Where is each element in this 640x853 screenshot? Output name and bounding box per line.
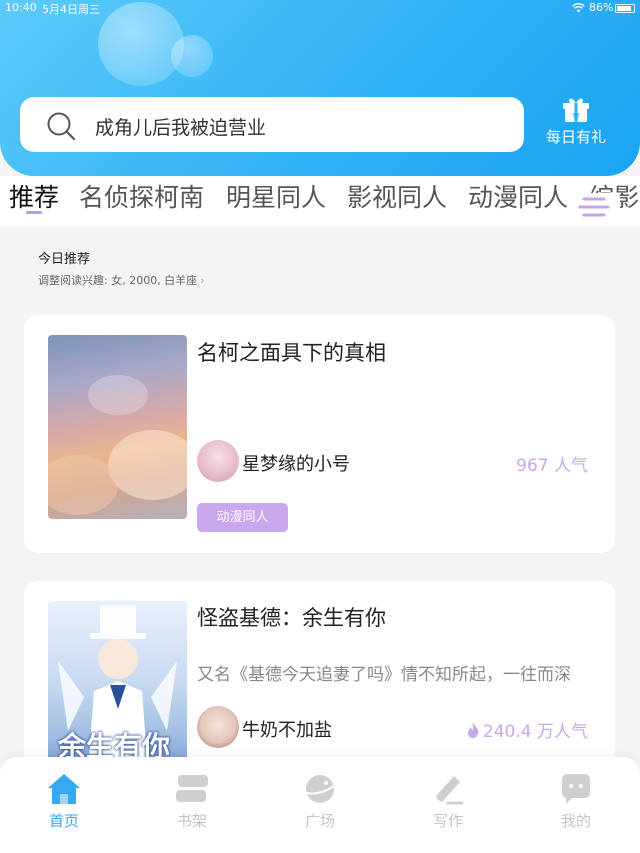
gift-icon — [540, 96, 612, 124]
popularity-count: 240.4 万人气 — [465, 717, 588, 742]
book-alt-description: 又名《基德今天追妻了吗》情不知所起，一往而深 — [197, 665, 571, 685]
status-bar: 10:40 5月4日周三 86% — [0, 1, 640, 17]
category-menu-icon[interactable] — [572, 193, 620, 223]
book-title[interactable]: 怪盗基德：余生有你 — [197, 602, 386, 632]
nav-square[interactable]: 广场 — [280, 772, 360, 831]
search-input[interactable]: 成角儿后我被迫营业 — [20, 97, 524, 152]
bookshelf-icon — [152, 772, 232, 806]
popularity-count: 967 人气 — [516, 456, 588, 476]
tab-anime-fanfic[interactable]: 动漫同人 — [468, 178, 568, 214]
nav-profile[interactable]: 我的 — [536, 772, 616, 831]
nav-profile-label: 我的 — [560, 812, 591, 830]
tab-celebrity-fanfic[interactable]: 明星同人 — [226, 178, 326, 214]
bottom-nav: 首页 书架 广场 写作 我的 — [0, 757, 640, 853]
daily-gift-button[interactable]: 每日有礼 — [540, 96, 612, 147]
search-icon — [46, 111, 76, 145]
daily-gift-label: 每日有礼 — [545, 128, 606, 146]
planet-icon — [280, 772, 360, 806]
book-cover[interactable] — [48, 335, 187, 519]
chat-bubble-icon — [536, 772, 616, 806]
status-time: 10:40 — [5, 1, 37, 14]
nav-home[interactable]: 首页 — [24, 772, 104, 831]
popularity-text: 240.4 万人气 — [482, 722, 588, 742]
author-avatar[interactable] — [197, 440, 239, 482]
tab-film-tv-fanfic[interactable]: 影视同人 — [347, 178, 447, 214]
tab-detective-conan[interactable]: 名侦探柯南 — [79, 178, 204, 214]
author-avatar[interactable] — [197, 706, 239, 748]
flame-icon — [465, 722, 483, 742]
active-tab-indicator — [26, 211, 42, 214]
interest-settings-text: 调整阅读兴趣: 女, 2000, 白羊座 — [38, 274, 198, 287]
author-name[interactable]: 星梦缘的小号 — [242, 450, 350, 476]
section-title: 今日推荐 — [38, 252, 91, 267]
category-tabs: 推荐 名侦探柯南 明星同人 影视同人 动漫同人 综影 — [0, 176, 640, 226]
interest-settings-link[interactable]: 调整阅读兴趣: 女, 2000, 白羊座 › — [38, 272, 205, 288]
book-title[interactable]: 名柯之面具下的真相 — [197, 337, 386, 367]
battery-icon — [615, 4, 635, 13]
book-card[interactable]: 名柯之面具下的真相 星梦缘的小号 967 人气 动漫同人 — [24, 315, 615, 553]
nav-write-label: 写作 — [432, 812, 463, 830]
search-query: 成角儿后我被迫营业 — [95, 117, 267, 139]
status-date: 5月4日周三 — [42, 3, 100, 16]
header-banner: 10:40 5月4日周三 86% 成角儿后我被迫营业 每日有礼 — [0, 0, 640, 176]
chevron-right-icon: › — [200, 274, 205, 287]
pen-icon — [408, 772, 488, 806]
decor-bubble — [171, 35, 213, 77]
nav-bookshelf[interactable]: 书架 — [152, 772, 232, 831]
genre-tag[interactable]: 动漫同人 — [197, 503, 288, 532]
nav-write[interactable]: 写作 — [408, 772, 488, 831]
book-cover[interactable]: 怪盗基德 余生有你 — [48, 601, 187, 771]
wifi-icon — [572, 3, 585, 16]
nav-square-label: 广场 — [304, 812, 335, 830]
nav-home-label: 首页 — [48, 812, 79, 830]
home-icon — [24, 772, 104, 806]
nav-bookshelf-label: 书架 — [176, 812, 207, 830]
author-name[interactable]: 牛奶不加盐 — [242, 716, 332, 742]
tab-recommend[interactable]: 推荐 — [9, 178, 59, 214]
book-card[interactable]: 怪盗基德 余生有你 怪盗基德：余生有你 又名《基德今天追妻了吗》情不知所起，一往… — [24, 581, 615, 771]
battery-percent: 86% — [589, 1, 614, 14]
